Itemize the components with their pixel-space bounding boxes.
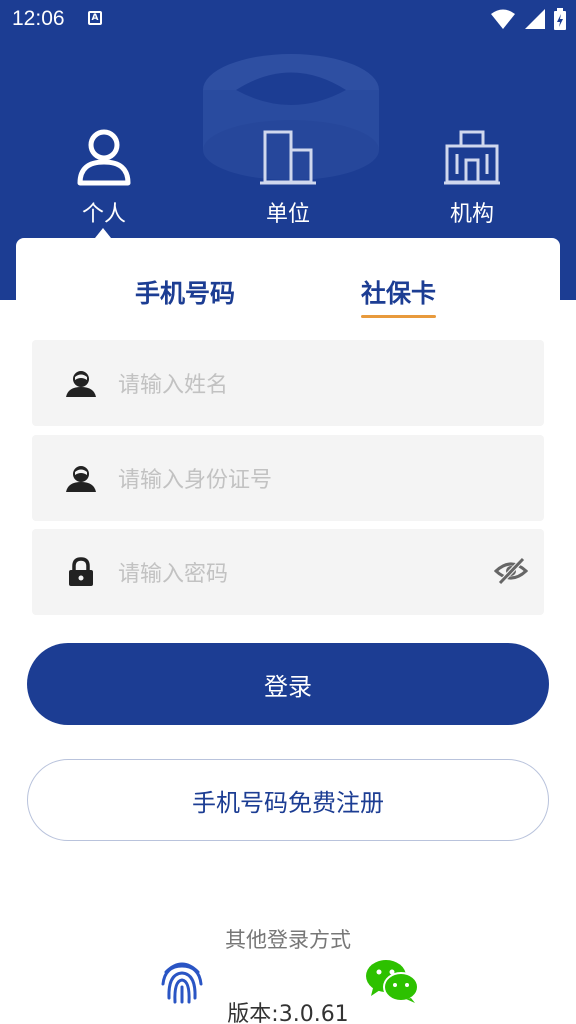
- role-tab-personal[interactable]: 个人: [44, 128, 164, 228]
- wifi-icon: [491, 9, 515, 29]
- id-number-placeholder: 请输入身份证号: [118, 468, 273, 493]
- role-tab-institution[interactable]: 机构: [412, 128, 532, 228]
- register-button[interactable]: 手机号码免费注册: [27, 759, 549, 841]
- building-icon: [260, 130, 316, 185]
- password-field[interactable]: 请输入密码: [32, 529, 544, 615]
- user-icon: [66, 466, 96, 492]
- status-time: 12:06: [12, 7, 65, 30]
- eye-off-icon[interactable]: [494, 556, 528, 586]
- tab-phone-number[interactable]: 手机号码: [135, 274, 235, 310]
- signal-icon: [525, 9, 545, 29]
- other-login-label: 其他登录方式: [225, 928, 351, 952]
- role-selected-pointer: [95, 228, 111, 238]
- battery-icon: [554, 8, 566, 30]
- login-button[interactable]: 登录: [27, 643, 549, 725]
- role-tabs: 个人 单位 机构: [0, 128, 576, 238]
- role-tab-label: 机构: [449, 202, 494, 227]
- role-tab-label: 个人: [81, 202, 126, 227]
- login-card: 手机号码 社保卡 请输入姓名 请输入身份证号 请输入密码 登录 手机号码免费注册…: [16, 238, 560, 1024]
- lock-icon: [69, 557, 93, 586]
- role-tab-unit[interactable]: 单位: [228, 128, 348, 228]
- institution-icon: [444, 130, 500, 185]
- login-tabs: 手机号码 社保卡: [16, 274, 560, 318]
- version-text: 版本:3.0.61: [227, 1002, 349, 1024]
- id-number-field[interactable]: 请输入身份证号: [32, 435, 544, 521]
- name-placeholder: 请输入姓名: [118, 373, 229, 398]
- person-icon: [77, 129, 131, 186]
- role-tab-label: 单位: [265, 202, 310, 227]
- status-bar: 12:06 A: [0, 0, 576, 40]
- name-field[interactable]: 请输入姓名: [32, 340, 544, 426]
- tab-social-security-card[interactable]: 社保卡: [361, 274, 437, 318]
- password-placeholder: 请输入密码: [118, 562, 229, 587]
- a-box-icon: A: [88, 11, 102, 25]
- user-icon: [66, 371, 96, 397]
